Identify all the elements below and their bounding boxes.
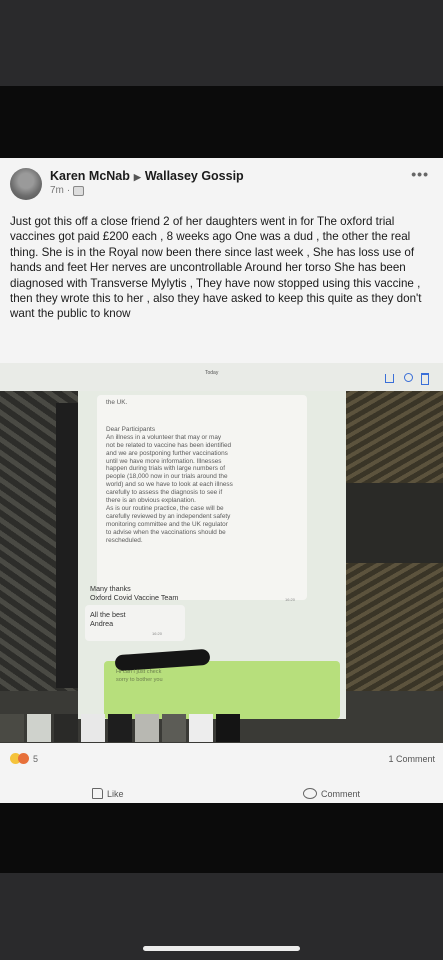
reply-text: Hi can I just check sorry to bother you (116, 669, 163, 683)
comment-label: Comment (321, 788, 361, 799)
background-right-shadow (342, 483, 443, 563)
trash-icon (421, 373, 429, 385)
sad-reaction-icon (18, 753, 29, 764)
heart-icon (404, 373, 413, 382)
reaction-count: 5 (33, 753, 39, 764)
thumbs-up-icon (92, 788, 103, 799)
post-time: 7m (50, 185, 64, 196)
message-signoff: Many thanks Oxford Covid Vaccine Team (90, 584, 179, 602)
message-time: 16:20 (285, 597, 296, 602)
like-label: Like (107, 788, 124, 799)
post-meta: 7m · (50, 185, 85, 196)
author-name[interactable]: Karen McNab (50, 169, 130, 183)
more-options-icon[interactable]: ••• (411, 166, 429, 182)
phone-top-bar: Today (0, 363, 443, 391)
share-icon (385, 374, 394, 383)
comment-count[interactable]: 1 Comment (388, 754, 435, 764)
screenshot-bottom-band (0, 803, 443, 873)
home-indicator[interactable] (143, 946, 300, 951)
group-name[interactable]: Wallasey Gossip (145, 169, 244, 183)
audience-icon (73, 185, 85, 196)
comment-button[interactable]: Comment (303, 788, 360, 799)
today-label: Today (205, 370, 219, 376)
message-text: the UK. Dear Participants An illness in … (106, 399, 300, 545)
second-message-text: All the best Andrea (90, 610, 126, 628)
like-button[interactable]: Like (92, 788, 124, 799)
status-bar-area (0, 0, 443, 86)
arrow-right-icon: ▶ (133, 172, 141, 182)
message-top-line: the UK. (106, 399, 128, 406)
comment-icon (303, 788, 317, 799)
blurred-strip (0, 714, 240, 742)
post-text: Just got this off a close friend 2 of he… (10, 215, 422, 321)
post-photo[interactable]: Today the UK. Dear Participants An illne… (0, 363, 443, 743)
post-header: Karen McNab ▶ Wallasey Gossip (50, 169, 244, 183)
facebook-post: Karen McNab ▶ Wallasey Gossip 7m · ••• Just… (0, 158, 443, 803)
second-message-time: 16:20 (152, 631, 163, 636)
screenshot-top-band (0, 86, 443, 158)
author-avatar[interactable] (10, 168, 42, 200)
reactions[interactable]: 5 (10, 753, 38, 764)
